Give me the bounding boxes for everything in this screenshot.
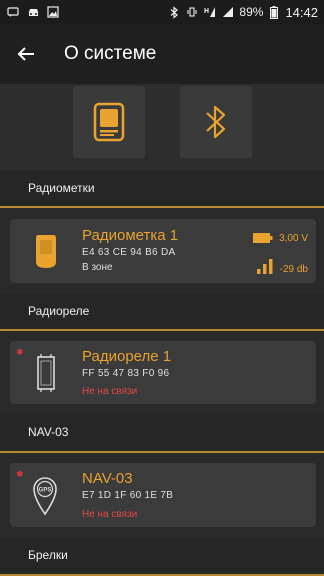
relay-status: Не на связи xyxy=(82,386,138,397)
section-divider xyxy=(0,206,324,208)
nav-name: NAV-03 xyxy=(82,470,133,487)
section-header-tags: Радиометки xyxy=(0,171,324,205)
nav-status: Не на связи xyxy=(82,509,138,520)
battery-level-icon xyxy=(253,233,273,243)
relay-name: Радиореле 1 xyxy=(82,348,172,365)
relay-card[interactable]: ✱ Радиореле 1 FF 55 47 83 F0 96 Не на св… xyxy=(10,341,316,404)
tag-device-image xyxy=(30,231,62,271)
status-bar-left xyxy=(6,5,60,19)
bluetooth-icon xyxy=(206,105,226,139)
image-icon xyxy=(46,5,60,19)
arrow-back-icon xyxy=(17,47,34,61)
signal-strength-icon xyxy=(256,259,273,274)
car-icon xyxy=(26,5,40,19)
tag-status: В зоне xyxy=(82,262,113,273)
relay-device-icon xyxy=(37,354,55,392)
app-bar: О системе xyxy=(0,24,324,84)
tag-card[interactable]: Радиометка 1 E4 63 CE 94 B6 DA В зоне 3,… xyxy=(10,219,316,283)
nav-card[interactable]: ✱ GPS NAV-03 E7 1D 1F 60 1E 7B Не на свя… xyxy=(10,463,316,527)
section-header-keyfobs: Брелки xyxy=(0,538,324,572)
section-divider xyxy=(0,574,324,576)
gps-pin-icon: GPS xyxy=(33,477,57,516)
battery-icon xyxy=(267,5,281,19)
relay-device-image xyxy=(30,351,62,395)
gps-badge: GPS xyxy=(39,488,52,494)
radio-tag-icon xyxy=(93,102,125,142)
device-type-tiles xyxy=(0,84,324,174)
bluetooth-tile-button[interactable] xyxy=(180,86,252,158)
section-divider xyxy=(0,451,324,453)
tag-voltage: 3,00 V xyxy=(279,232,308,244)
sms-icon xyxy=(6,5,20,19)
nav-address: E7 1D 1F 60 1E 7B xyxy=(82,490,174,501)
tag-name: Радиометка 1 xyxy=(82,227,179,244)
cell-signal-icon xyxy=(221,5,235,19)
tag-battery: 3,00 V xyxy=(253,232,308,244)
status-bar-right: 89% 14:42 xyxy=(167,5,318,20)
tag-signal-value: -29 db xyxy=(279,264,308,275)
tag-tile-button[interactable] xyxy=(73,86,145,158)
relay-address: FF 55 47 83 F0 96 xyxy=(82,368,170,379)
tag-signal: -29 db xyxy=(256,257,308,275)
section-divider xyxy=(0,329,324,331)
page-title: О системе xyxy=(64,43,157,64)
alert-dot-icon: ✱ xyxy=(16,469,24,479)
clock: 14:42 xyxy=(285,4,318,20)
tag-device-icon xyxy=(36,235,56,268)
section-header-nav: NAV-03 xyxy=(0,415,324,449)
nav-device-image: GPS xyxy=(28,473,62,517)
back-button[interactable] xyxy=(0,24,52,84)
bluetooth-status-icon xyxy=(167,5,181,19)
tag-address: E4 63 CE 94 B6 DA xyxy=(82,247,176,258)
section-header-relays: Радиореле xyxy=(0,294,324,328)
status-bar: 89% 14:42 xyxy=(0,0,324,24)
signal-h-icon xyxy=(203,5,217,19)
battery-percent: 89% xyxy=(239,5,264,19)
alert-dot-icon: ✱ xyxy=(16,347,24,357)
vibrate-icon xyxy=(185,5,199,19)
